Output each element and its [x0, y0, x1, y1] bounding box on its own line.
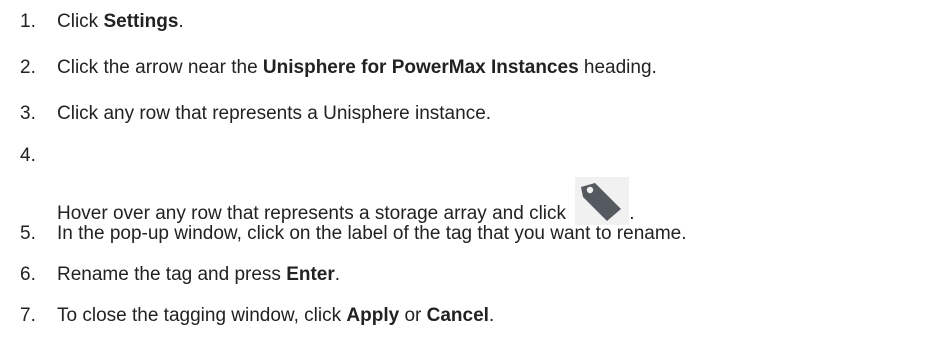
step-number: 3.: [20, 103, 36, 124]
step-4: 4. Hover over any row that represents a …: [0, 141, 941, 225]
step-7: 7. To close the tagging window, click Ap…: [0, 301, 941, 331]
unisphere-instances-term: Unisphere for PowerMax Instances: [262, 57, 579, 78]
step-text: Click Settings.: [57, 11, 184, 32]
step-5: 5. In the pop-up window, click on the la…: [0, 219, 941, 249]
apply-term: Apply: [346, 305, 400, 326]
step-text: In the pop-up window, click on the label…: [57, 223, 687, 244]
settings-term: Settings: [103, 11, 179, 32]
step-3: 3. Click any row that represents a Unisp…: [0, 99, 941, 129]
step-1: 1. Click Settings.: [0, 7, 941, 37]
step-text: Click any row that represents a Unispher…: [57, 103, 492, 124]
step-number: 6.: [20, 264, 36, 285]
step-text: To close the tagging window, click Apply…: [57, 305, 495, 326]
enter-term: Enter: [286, 264, 335, 285]
step-number: 7.: [20, 305, 36, 326]
step-text: Rename the tag and press Enter.: [57, 264, 341, 285]
step-6: 6. Rename the tag and press Enter.: [0, 260, 941, 290]
step-number: 1.: [20, 11, 36, 32]
step-number: 5.: [20, 223, 36, 244]
step-2: 2. Click the arrow near the Unisphere fo…: [0, 53, 941, 83]
step-number: 2.: [20, 57, 36, 78]
step-text: Click the arrow near the Unisphere for P…: [57, 57, 657, 78]
tag-icon: [575, 177, 630, 225]
step-number: 4.: [20, 145, 36, 166]
cancel-term: Cancel: [426, 305, 489, 326]
